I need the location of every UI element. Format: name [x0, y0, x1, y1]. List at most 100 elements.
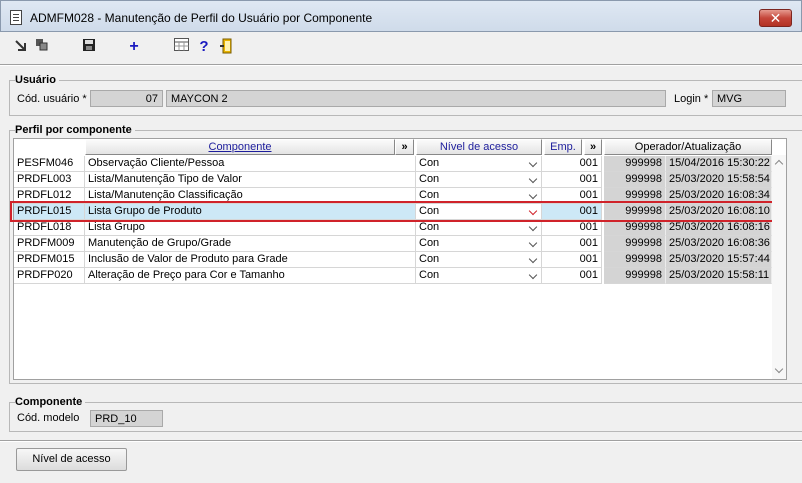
operador-cell: 999998: [604, 156, 666, 172]
component-desc-cell-text: Lista/Manutenção Tipo de Valor: [88, 173, 242, 185]
vertical-scrollbar[interactable]: [772, 155, 786, 379]
login-label: Login *: [674, 93, 709, 105]
col-header-componente[interactable]: Componente: [85, 139, 395, 155]
nivel-acesso-select-text: Con: [419, 269, 440, 281]
nivel-acesso-select[interactable]: Con: [416, 220, 542, 236]
atualizacao-cell: 25/03/2020 15:58:54: [666, 172, 772, 188]
col-expand-button[interactable]: »: [395, 139, 414, 155]
col-header-emp[interactable]: Emp.: [544, 139, 582, 155]
atualizacao-cell-text: 25/03/2020 16:08:36: [669, 237, 770, 249]
operador-cell-text: 999998: [625, 189, 662, 201]
back-icon[interactable]: [12, 38, 30, 56]
operador-cell-text: 999998: [625, 237, 662, 249]
nivel-acesso-select[interactable]: Con: [416, 204, 542, 220]
atualizacao-cell-text: 15/04/2016 15:30:22: [669, 157, 770, 169]
chevron-down-icon[interactable]: [528, 174, 538, 184]
atualizacao-cell: 25/03/2020 15:58:11: [666, 268, 772, 284]
nivel-acesso-select[interactable]: Con: [416, 252, 542, 268]
component-code-cell-text: PRDFP020: [17, 269, 73, 281]
operador-cell-text: 999998: [625, 205, 662, 217]
atualizacao-cell-text: 25/03/2020 15:58:11: [669, 269, 770, 281]
component-code-cell-text: PESFM046: [17, 157, 74, 169]
component-code-cell: PRDFL015: [14, 204, 85, 220]
chevron-down-icon[interactable]: [528, 254, 538, 264]
nivel-acesso-select-text: Con: [419, 205, 440, 217]
nivel-acesso-select[interactable]: Con: [416, 236, 542, 252]
col-header-operador[interactable]: Operador/Atualização: [604, 139, 772, 155]
add-icon[interactable]: +: [125, 38, 143, 56]
operador-cell-text: 999998: [625, 157, 662, 169]
chevron-down-icon[interactable]: [528, 270, 538, 280]
table-row[interactable]: PRDFL003 Lista/Manutenção Tipo de Valor Co…: [14, 172, 772, 188]
operador-cell-text: 999998: [625, 221, 662, 233]
cod-modelo-field: PRD_10: [90, 410, 163, 427]
bottom-separator: [0, 440, 802, 442]
component-desc-cell: Manutenção de Grupo/Grade: [85, 236, 416, 252]
table-row[interactable]: PRDFL012 Lista/Manutenção Classificação Co…: [14, 188, 772, 204]
component-desc-cell-text: Alteração de Preço para Cor e Tamanho: [88, 269, 285, 281]
nivel-acesso-select-text: Con: [419, 221, 440, 233]
table-row[interactable]: PRDFM009 Manutenção de Grupo/Grade Con 001 9…: [14, 236, 772, 252]
component-desc-cell: Alteração de Preço para Cor e Tamanho: [85, 268, 416, 284]
atualizacao-cell: 25/03/2020 16:08:36: [666, 236, 772, 252]
chevron-down-icon[interactable]: [528, 190, 538, 200]
save-icon[interactable]: [80, 38, 98, 56]
component-code-cell-text: PRDFM009: [17, 237, 75, 249]
title-bar: ADMFM028 - Manutenção de Perfil do Usuár…: [0, 0, 802, 32]
scroll-down-icon[interactable]: [774, 364, 784, 374]
copy-icon[interactable]: [33, 38, 51, 56]
emp-cell-text: 001: [579, 221, 598, 233]
atualizacao-cell: 25/03/2020 16:08:34: [666, 188, 772, 204]
component-desc-cell-text: Lista Grupo de Produto: [88, 205, 202, 217]
nivel-acesso-select[interactable]: Con: [416, 188, 542, 204]
operador-cell: 999998: [604, 268, 666, 284]
chevron-down-icon[interactable]: [528, 158, 538, 168]
cod-modelo-label: Cód. modelo: [17, 412, 80, 424]
table-row[interactable]: PRDFL015 Lista Grupo de Produto Con 001 9999…: [14, 204, 772, 220]
exit-icon[interactable]: [218, 38, 236, 56]
col-header-nivel-acesso[interactable]: Nível de acesso: [416, 139, 542, 155]
table-row[interactable]: PRDFM015 Inclusão de Valor de Produto par…: [14, 252, 772, 268]
emp-cell-text: 001: [579, 269, 598, 281]
login-field: MVG: [712, 90, 786, 107]
col-expand-button-2[interactable]: »: [584, 139, 602, 155]
calculator-icon[interactable]: [172, 38, 190, 56]
nivel-acesso-select[interactable]: Con: [416, 172, 542, 188]
toolbar: + ?: [0, 32, 802, 64]
emp-cell: 001: [542, 204, 602, 220]
emp-cell: 001: [542, 172, 602, 188]
emp-cell: 001: [542, 220, 602, 236]
component-desc-cell-text: Lista/Manutenção Classificação: [88, 189, 243, 201]
perfil-group-title: Perfil por componente: [15, 124, 135, 136]
component-desc-cell-text: Inclusão de Valor de Produto para Grade: [88, 253, 288, 265]
component-code-cell: PRDFL018: [14, 220, 85, 236]
emp-cell-text: 001: [579, 157, 598, 169]
component-code-cell-text: PRDFL012: [17, 189, 72, 201]
component-code-cell-text: PRDFL015: [17, 205, 72, 217]
component-desc-cell: Observação Cliente/Pessoa: [85, 156, 416, 172]
table-row[interactable]: PRDFL018 Lista Grupo Con 001 999998 25/03/202…: [14, 220, 772, 236]
atualizacao-cell: 25/03/2020 16:08:10: [666, 204, 772, 220]
component-code-cell: PRDFP020: [14, 268, 85, 284]
nivel-acesso-select[interactable]: Con: [416, 268, 542, 284]
emp-cell: 001: [542, 252, 602, 268]
usuario-group-title: Usuário: [15, 74, 59, 86]
scroll-up-icon[interactable]: [774, 159, 784, 169]
nivel-acesso-select[interactable]: Con: [416, 156, 542, 172]
component-code-cell: PRDFL003: [14, 172, 85, 188]
chevron-down-icon[interactable]: [528, 222, 538, 232]
help-icon[interactable]: ?: [195, 38, 213, 56]
component-code-cell-text: PRDFM015: [17, 253, 75, 265]
atualizacao-cell: 25/03/2020 16:08:16: [666, 220, 772, 236]
nivel-acesso-button[interactable]: Nível de acesso: [16, 448, 127, 471]
table-row[interactable]: PESFM046 Observação Cliente/Pessoa Con 001 9…: [14, 156, 772, 172]
operador-cell-text: 999998: [625, 269, 662, 281]
nivel-acesso-select-text: Con: [419, 237, 440, 249]
table-row[interactable]: PRDFP020 Alteração de Preço para Cor e Ta…: [14, 268, 772, 284]
close-button[interactable]: ✕: [759, 9, 792, 27]
component-code-cell: PRDFM015: [14, 252, 85, 268]
usuario-name-field: MAYCON 2: [166, 90, 666, 107]
component-code-cell-text: PRDFL003: [17, 173, 72, 185]
chevron-down-icon[interactable]: [528, 206, 538, 216]
chevron-down-icon[interactable]: [528, 238, 538, 248]
